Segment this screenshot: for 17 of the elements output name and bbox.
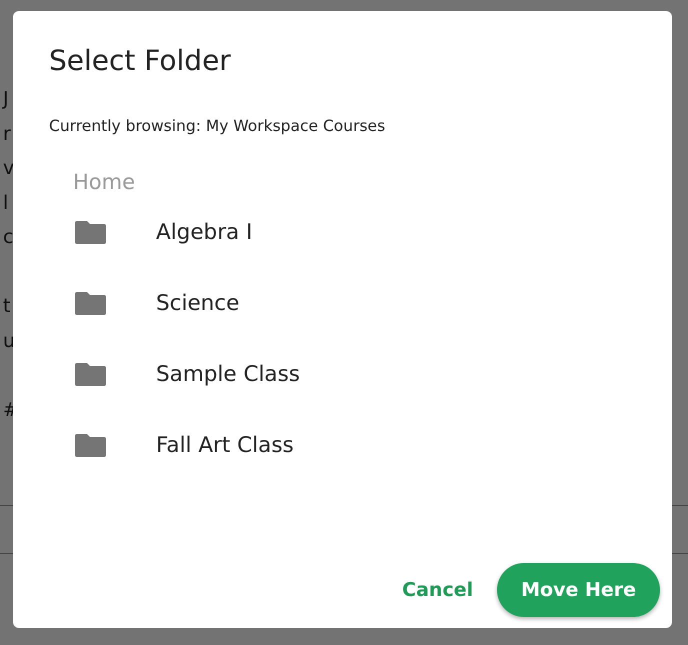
page-text: t bbox=[2, 295, 10, 317]
folder-name[interactable]: Sample Class bbox=[156, 362, 300, 387]
current-location-text: Currently browsing: My Workspace Courses bbox=[49, 116, 386, 137]
page-text: l bbox=[2, 192, 8, 214]
folder-icon bbox=[75, 221, 106, 244]
folder-name[interactable]: Science bbox=[156, 291, 240, 316]
page-text: J bbox=[1, 88, 9, 110]
folder-icon bbox=[75, 363, 106, 386]
dialog-title: Select Folder bbox=[49, 43, 232, 79]
page-text: c bbox=[2, 226, 14, 248]
folder-icon bbox=[75, 292, 106, 315]
page-text: v bbox=[2, 157, 14, 179]
folder-name[interactable]: Fall Art Class bbox=[156, 433, 294, 458]
cancel-button[interactable]: Cancel bbox=[402, 573, 474, 607]
folder-name[interactable]: Algebra I bbox=[156, 220, 252, 245]
page-text: r bbox=[2, 122, 11, 144]
folder-icon bbox=[75, 434, 106, 457]
